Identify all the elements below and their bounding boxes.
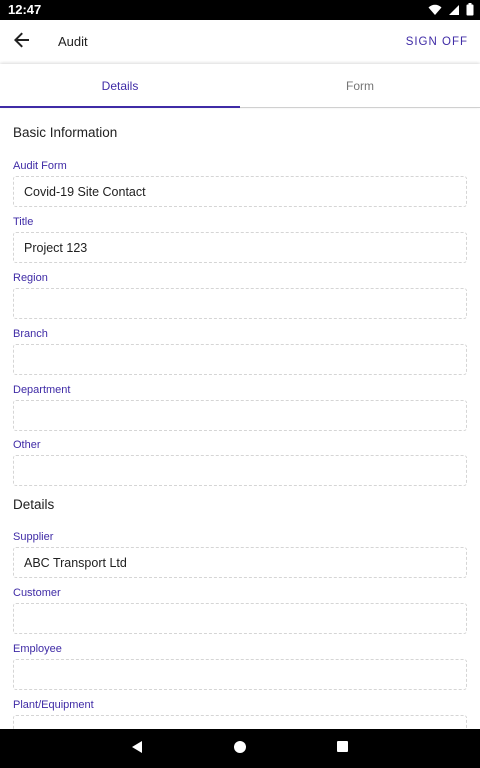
app-bar: Audit SIGN OFF	[0, 20, 480, 64]
plant-equipment-field[interactable]	[13, 715, 467, 729]
nav-back-button[interactable]	[127, 739, 147, 759]
home-circle-icon	[233, 740, 247, 759]
region-field[interactable]	[13, 288, 467, 319]
tab-indicator	[0, 106, 240, 108]
tab-bar: Details Form	[0, 64, 480, 108]
page-title: Audit	[58, 34, 88, 49]
branch-field[interactable]	[13, 344, 467, 375]
branch-label: Branch	[13, 328, 48, 340]
section-title-details: Details	[13, 497, 55, 512]
other-field[interactable]	[13, 455, 467, 486]
nav-home-button[interactable]	[230, 739, 250, 759]
employee-field[interactable]	[13, 659, 467, 690]
back-button[interactable]	[10, 30, 34, 54]
status-bar: 12:47	[0, 0, 480, 20]
back-triangle-icon	[130, 740, 144, 759]
customer-label: Customer	[13, 587, 61, 599]
section-title-basic: Basic Information	[13, 125, 118, 140]
title-field[interactable]: Project 123	[13, 232, 467, 263]
arrow-left-icon	[13, 31, 31, 54]
status-time: 12:47	[8, 2, 42, 17]
signal-icon	[448, 4, 460, 16]
tab-form[interactable]: Form	[240, 64, 480, 108]
navigation-bar	[0, 729, 480, 768]
wifi-icon	[428, 4, 442, 16]
form-content[interactable]: Basic Information Audit Form Covid-19 Si…	[0, 109, 480, 729]
audit-form-field[interactable]: Covid-19 Site Contact	[13, 176, 467, 207]
department-label: Department	[13, 384, 71, 396]
sign-off-button[interactable]: SIGN OFF	[406, 34, 468, 50]
other-label: Other	[13, 439, 41, 451]
nav-recents-button[interactable]	[332, 739, 352, 759]
customer-field[interactable]	[13, 603, 467, 634]
region-label: Region	[13, 272, 48, 284]
tab-details[interactable]: Details	[0, 64, 240, 108]
title-label: Title	[13, 216, 34, 228]
status-icons	[428, 3, 474, 16]
plant-equipment-label: Plant/Equipment	[13, 699, 94, 711]
supplier-label: Supplier	[13, 531, 54, 543]
audit-form-label: Audit Form	[13, 160, 67, 172]
battery-icon	[466, 3, 474, 16]
employee-label: Employee	[13, 643, 62, 655]
department-field[interactable]	[13, 400, 467, 431]
supplier-field[interactable]: ABC Transport Ltd	[13, 547, 467, 578]
recents-square-icon	[336, 740, 349, 758]
